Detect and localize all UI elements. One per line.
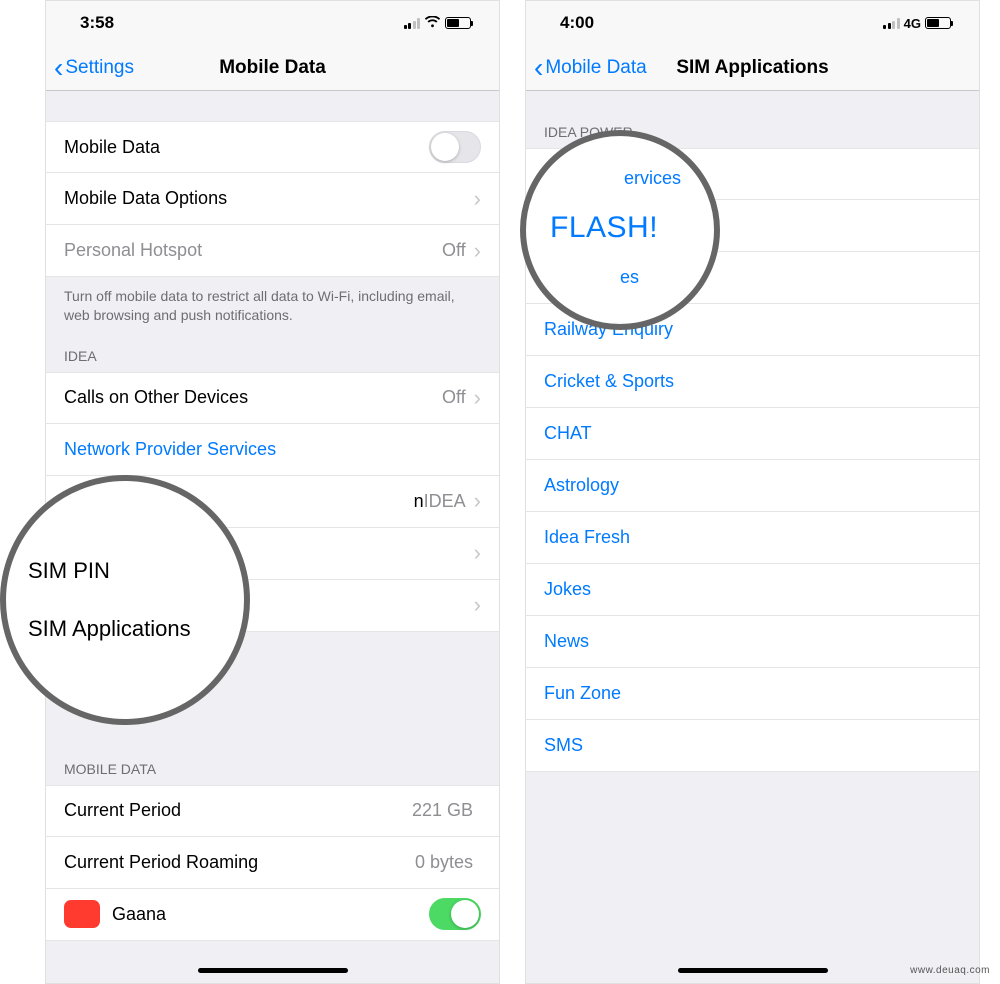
section-note: Turn off mobile data to restrict all dat… <box>46 277 499 339</box>
nav-bar: ‹ Mobile Data SIM Applications <box>526 45 979 91</box>
row-jokes[interactable]: Jokes <box>526 564 979 616</box>
phone-left: 3:58 ‹ Settings Mobile Data Mobile Data … <box>45 0 500 984</box>
section-header-idea-power: IDEA POWER <box>526 115 979 148</box>
row-sim-pin[interactable]: › <box>46 528 499 580</box>
nav-bar: ‹ Settings Mobile Data <box>46 45 499 91</box>
signal-icon <box>883 18 900 29</box>
row-flash[interactable] <box>526 200 979 252</box>
row-idea-fresh[interactable]: Idea Fresh <box>526 512 979 564</box>
switch-mobile-data[interactable] <box>429 131 481 163</box>
row-sim-applications[interactable]: › <box>46 580 499 632</box>
watermark: www.deuaq.com <box>910 965 990 976</box>
home-indicator <box>198 968 348 973</box>
chevron-left-icon: ‹ <box>534 54 543 82</box>
row-calls-other[interactable]: Calls on Other Devices Off › <box>46 372 499 424</box>
row-mobile-data-options[interactable]: Mobile Data Options › <box>46 173 499 225</box>
back-button[interactable]: ‹ Mobile Data <box>526 54 647 82</box>
row-railway[interactable]: Railway Enquiry <box>526 304 979 356</box>
network-label: 4G <box>904 16 921 31</box>
app-icon <box>64 900 100 928</box>
back-label: Settings <box>65 57 134 79</box>
row-personal-hotspot[interactable]: Personal Hotspot Off › <box>46 225 499 277</box>
section-header-idea: IDEA <box>46 339 499 372</box>
chevron-left-icon: ‹ <box>54 54 63 82</box>
status-time: 4:00 <box>560 13 594 33</box>
row-chat[interactable]: CHAT <box>526 408 979 460</box>
phone-right: 4:00 4G ‹ Mobile Data SIM Applications I… <box>525 0 980 984</box>
page-title: SIM Applications <box>676 57 828 79</box>
chevron-right-icon: › <box>474 490 481 512</box>
row-sms[interactable]: SMS <box>526 720 979 772</box>
row-mobile-data[interactable]: Mobile Data <box>46 121 499 173</box>
row-current-period-roaming[interactable]: Current Period Roaming 0 bytes <box>46 837 499 889</box>
chevron-right-icon: › <box>474 188 481 210</box>
row-fun-zone[interactable]: Fun Zone <box>526 668 979 720</box>
battery-icon <box>925 17 951 29</box>
chevron-right-icon: › <box>474 542 481 564</box>
row-astrology[interactable]: Astrology <box>526 460 979 512</box>
chevron-right-icon: › <box>474 240 481 262</box>
row-my-services[interactable] <box>526 148 979 200</box>
row-partial[interactable] <box>526 252 979 304</box>
signal-icon <box>404 18 421 29</box>
home-indicator <box>678 968 828 973</box>
row-current-period[interactable]: Current Period 221 GB <box>46 785 499 837</box>
row-app-gaana[interactable]: Gaana <box>46 889 499 941</box>
back-label: Mobile Data <box>545 57 646 79</box>
battery-icon <box>445 17 471 29</box>
chevron-right-icon: › <box>474 594 481 616</box>
row-network-selection[interactable]: n IDEA › <box>46 476 499 528</box>
row-cricket[interactable]: Cricket & Sports <box>526 356 979 408</box>
switch-app[interactable] <box>429 898 481 930</box>
section-header-mobile-data: MOBILE DATA <box>46 752 499 785</box>
row-news[interactable]: News <box>526 616 979 668</box>
chevron-right-icon: › <box>474 387 481 409</box>
status-bar: 4:00 4G <box>526 1 979 45</box>
status-bar: 3:58 <box>46 1 499 45</box>
page-title: Mobile Data <box>219 57 326 79</box>
status-time: 3:58 <box>80 13 114 33</box>
wifi-icon <box>424 16 441 31</box>
back-button[interactable]: ‹ Settings <box>46 54 134 82</box>
row-network-provider[interactable]: Network Provider Services <box>46 424 499 476</box>
